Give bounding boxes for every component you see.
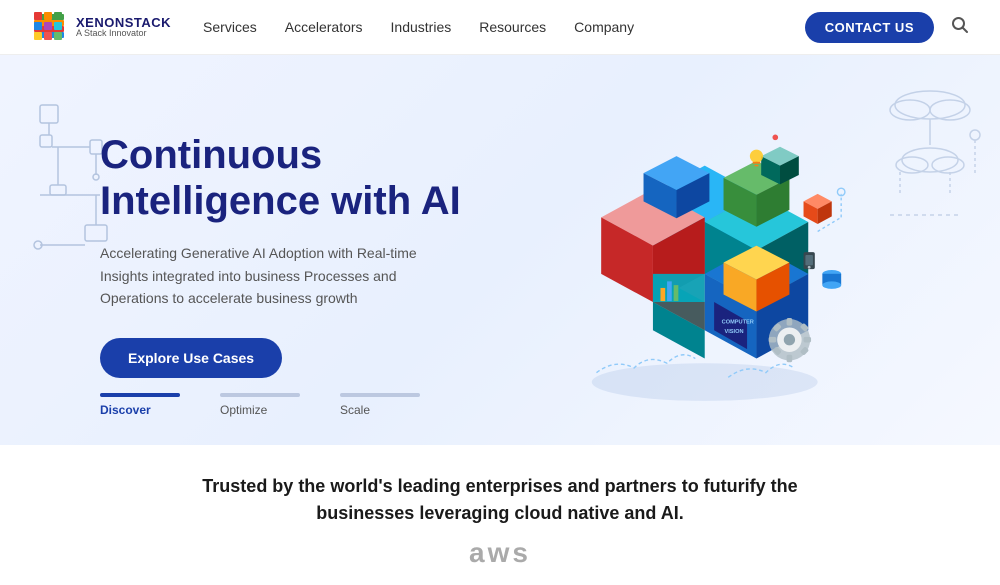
trusted-title: Trusted by the world's leading enterpris… <box>180 473 820 527</box>
xenonstack-logo-icon <box>30 8 68 46</box>
hero-illustration: COMPUTER VISION <box>461 85 940 425</box>
tab-bar-scale <box>340 393 420 397</box>
nav-link-company[interactable]: Company <box>574 19 634 35</box>
nav-right: CONTACT US <box>805 12 970 43</box>
nav-link-services[interactable]: Services <box>203 19 257 35</box>
nav-links: Services Accelerators Industries Resourc… <box>203 19 634 35</box>
tab-bar-optimize <box>220 393 300 397</box>
hero-description: Accelerating Generative AI Adoption with… <box>100 242 420 309</box>
nav-link-industries[interactable]: Industries <box>391 19 452 35</box>
logo-text: XENONSTACK A Stack Innovator <box>76 16 171 38</box>
tab-discover[interactable]: Discover <box>100 393 180 417</box>
hero-title: Continuous Intelligence with AI <box>100 132 461 224</box>
hero-section: Continuous Intelligence with AI Accelera… <box>0 55 1000 445</box>
tab-scale[interactable]: Scale <box>340 393 420 417</box>
svg-text:VISION: VISION <box>725 329 744 335</box>
explore-use-cases-button[interactable]: Explore Use Cases <box>100 338 282 378</box>
nav-link-resources[interactable]: Resources <box>479 19 546 35</box>
logo-sub-text: A Stack Innovator <box>76 29 171 38</box>
nav-link-accelerators[interactable]: Accelerators <box>285 19 363 35</box>
aws-logo-hint: aws <box>40 537 960 569</box>
svg-text:COMPUTER: COMPUTER <box>722 320 754 326</box>
tab-label-optimize: Optimize <box>220 403 267 417</box>
search-icon[interactable] <box>950 15 970 40</box>
logo[interactable]: XENONSTACK A Stack Innovator <box>30 8 171 46</box>
navbar: XENONSTACK A Stack Innovator Services Ac… <box>0 0 1000 55</box>
tab-label-discover: Discover <box>100 403 151 417</box>
hero-content: Continuous Intelligence with AI Accelera… <box>100 132 461 377</box>
hero-tabs: Discover Optimize Scale <box>100 393 420 417</box>
tab-optimize[interactable]: Optimize <box>220 393 300 417</box>
tab-bar-discover <box>100 393 180 397</box>
contact-us-button[interactable]: CONTACT US <box>805 12 934 43</box>
trusted-section: Trusted by the world's leading enterpris… <box>0 445 1000 585</box>
iso-blocks: COMPUTER VISION <box>540 105 860 405</box>
nav-left: XENONSTACK A Stack Innovator Services Ac… <box>30 8 634 46</box>
tab-label-scale: Scale <box>340 403 370 417</box>
